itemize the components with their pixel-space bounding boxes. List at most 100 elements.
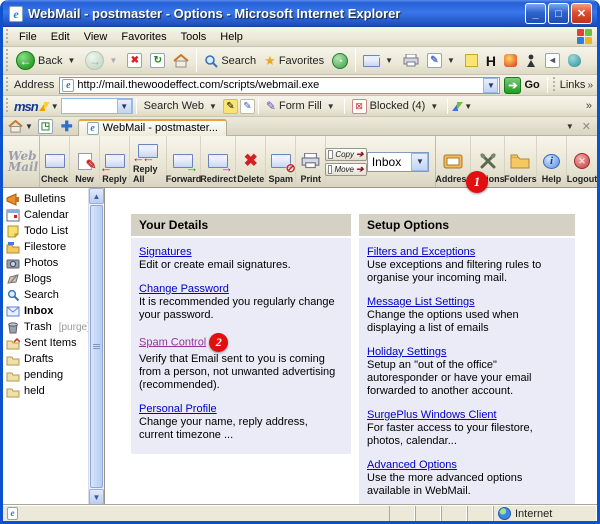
messenger-button[interactable] — [500, 53, 521, 68]
reply-all-button[interactable]: ←← Reply All — [130, 136, 167, 187]
change-password-link[interactable]: Change Password — [139, 283, 229, 295]
sidebar-item-filestore[interactable]: Filestore — [6, 239, 88, 255]
popup-blocked-button[interactable]: ⊠ Blocked (4) ▼ — [348, 98, 445, 115]
msn-search-dropdown-icon[interactable]: ▼ — [117, 99, 132, 114]
h-toolbar-button[interactable]: H — [482, 52, 500, 70]
tabrow-close-icon[interactable]: ✕ — [582, 120, 591, 133]
advanced-options-link[interactable]: Advanced Options — [367, 459, 457, 471]
sidebar-item-pending[interactable]: pending — [6, 367, 88, 383]
home-button[interactable] — [169, 53, 193, 69]
edit-button[interactable]: ✎ ▼ — [423, 52, 461, 69]
tab-list-dropdown-icon[interactable]: ▼ — [566, 122, 574, 131]
logout-button[interactable]: ✕ Logout — [567, 136, 597, 187]
sidebar-item-drafts[interactable]: Drafts — [6, 351, 88, 367]
move-button[interactable]: Move ➔ — [325, 163, 367, 176]
toolbar-overflow-icon[interactable]: » — [586, 100, 597, 112]
sidebar-item-search[interactable]: Search — [6, 287, 88, 303]
tab-home-dropdown-icon[interactable]: ▼ — [25, 122, 33, 131]
msn-search-input[interactable]: ▼ — [61, 98, 133, 114]
sidebar-item-blogs[interactable]: Blogs — [6, 271, 88, 287]
links-label[interactable]: Links — [560, 79, 588, 91]
highlight-word-icon[interactable]: ✎ — [240, 99, 255, 114]
form-fill-button[interactable]: ✎ Form Fill ▼ — [262, 98, 341, 114]
sticky-note-button[interactable] — [461, 53, 482, 68]
trash-purge-link[interactable]: [purge] — [59, 322, 90, 333]
sidebar-item-todo-list[interactable]: Todo List — [6, 223, 88, 239]
sidebar-item-calendar[interactable]: Calendar — [6, 207, 88, 223]
signatures-link[interactable]: Signatures — [139, 246, 192, 258]
maximize-button[interactable]: □ — [548, 3, 569, 24]
back-button[interactable]: ← Back ▼ — [12, 50, 81, 71]
address-dropdown-icon[interactable]: ▼ — [483, 78, 498, 93]
check-button[interactable]: Check — [40, 136, 70, 187]
tab-webmail[interactable]: e WebMail - postmaster... — [78, 119, 227, 136]
toolbar-grip[interactable] — [4, 29, 9, 44]
redirect-button[interactable]: → Redirect — [201, 136, 236, 187]
sidebar-scrollbar[interactable]: ▲ ▼ — [88, 188, 104, 505]
sidebar-item-trash[interactable]: Trash [purge] — [6, 319, 88, 335]
links-chevron-icon[interactable]: » — [587, 80, 597, 91]
misc-tool-button[interactable] — [564, 53, 585, 68]
toolbar-grip[interactable] — [4, 77, 9, 93]
toolbar-grip[interactable] — [4, 49, 9, 72]
sidebar-item-inbox[interactable]: Inbox — [6, 303, 88, 319]
back-dropdown-icon[interactable]: ▼ — [67, 56, 75, 65]
menu-favorites[interactable]: Favorites — [114, 29, 173, 45]
scroll-down-icon[interactable]: ▼ — [89, 489, 104, 505]
forward-button-mail[interactable]: → Forward — [167, 136, 202, 187]
spam-button[interactable]: ⊘ Spam — [266, 136, 296, 187]
help-button[interactable]: i Help — [537, 136, 567, 187]
resize-grip[interactable] — [585, 509, 595, 519]
holiday-settings-link[interactable]: Holiday Settings — [367, 346, 447, 358]
highlight-icon[interactable]: ✎ — [223, 99, 238, 114]
menu-tools[interactable]: Tools — [174, 29, 214, 45]
personal-profile-link[interactable]: Personal Profile — [139, 403, 217, 415]
delete-button[interactable]: ✖ Delete — [236, 136, 266, 187]
aim-button[interactable] — [521, 53, 541, 69]
scroll-up-icon[interactable]: ▲ — [89, 188, 104, 204]
mail-button[interactable]: ▼ — [359, 54, 399, 68]
scrollbar-thumb[interactable] — [90, 205, 103, 488]
toolbar-grip[interactable] — [4, 98, 9, 114]
mail-dropdown-icon[interactable]: ▼ — [385, 56, 393, 65]
go-button[interactable]: ➔ Go — [504, 77, 539, 94]
sidebar-item-held[interactable]: held — [6, 383, 88, 399]
menu-file[interactable]: File — [12, 29, 44, 45]
toolbar-grip[interactable] — [552, 77, 557, 93]
forward-button[interactable]: → ▼ — [81, 50, 123, 71]
print-button[interactable] — [399, 53, 423, 68]
sidebar-item-sent-items[interactable]: Sent Items — [6, 335, 88, 351]
stop-button[interactable]: ✖ — [123, 52, 146, 69]
refresh-button[interactable]: ↻ — [146, 52, 169, 69]
menu-view[interactable]: View — [77, 29, 115, 45]
msn-dropdown-icon[interactable]: ▼ — [51, 102, 59, 111]
new-tab-icon[interactable]: ✚ — [61, 118, 73, 135]
quick-tabs-icon[interactable]: ◳ — [38, 119, 53, 134]
close-button[interactable]: ✕ — [571, 3, 592, 24]
messenger-butterfly-icon[interactable] — [452, 102, 462, 111]
sidebar-item-photos[interactable]: Photos — [6, 255, 88, 271]
surgeplus-client-link[interactable]: SurgePlus Windows Client — [367, 409, 497, 421]
favorites-button[interactable]: ★ Favorites — [260, 52, 328, 70]
reply-button[interactable]: ← Reply — [100, 136, 130, 187]
tab-home-icon[interactable] — [8, 120, 23, 133]
folders-button[interactable]: Folders — [505, 136, 537, 187]
edit-dropdown-icon[interactable]: ▼ — [447, 56, 455, 65]
spam-control-link[interactable]: Spam Control — [139, 336, 206, 348]
sidebar-item-bulletins[interactable]: Bulletins — [6, 191, 88, 207]
research-button[interactable]: ◂ — [541, 52, 564, 69]
copy-button[interactable]: Copy ➔ — [325, 148, 367, 161]
minimize-button[interactable]: _ — [525, 3, 546, 24]
search-web-button[interactable]: Search Web ▼ — [140, 99, 223, 113]
folder-select-dropdown-icon[interactable]: ▼ — [411, 153, 428, 171]
folder-select[interactable]: Inbox ▼ — [367, 152, 430, 172]
address-input[interactable]: e http://mail.thewoodeffect.com/scripts/… — [59, 77, 500, 94]
history-button[interactable]: ◔ — [328, 52, 352, 70]
print-button-mail[interactable]: Print — [296, 136, 326, 187]
url-text[interactable]: http://mail.thewoodeffect.com/scripts/we… — [77, 79, 483, 91]
search-button[interactable]: Search — [200, 53, 260, 69]
menu-help[interactable]: Help — [213, 29, 250, 45]
menu-edit[interactable]: Edit — [44, 29, 77, 45]
new-button[interactable]: ✎ New — [70, 136, 100, 187]
filters-exceptions-link[interactable]: Filters and Exceptions — [367, 246, 475, 258]
